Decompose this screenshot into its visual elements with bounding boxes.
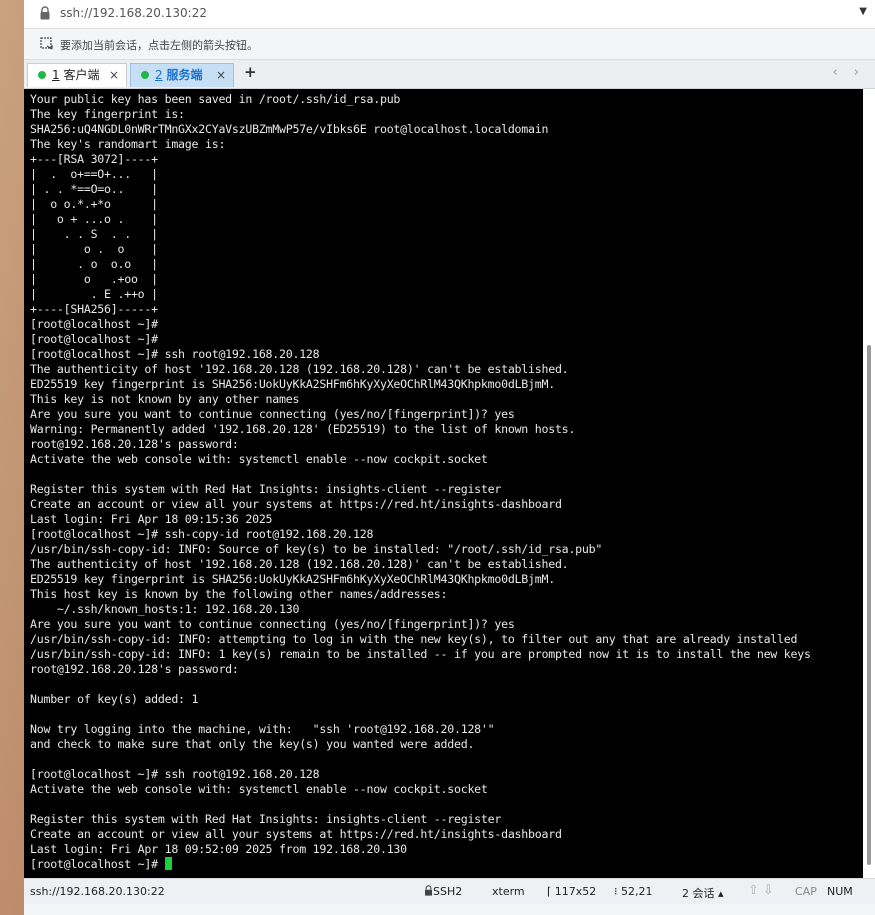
xshell-window: ▼ 要添加当前会话，点击左侧的箭头按钮。 1 客户端 × 2 服务端 × + ‹… <box>24 0 875 915</box>
lock-icon <box>424 885 433 896</box>
status-host: ssh://192.168.20.130:22 <box>30 885 165 898</box>
tab-scroll-arrows[interactable]: ‹ › <box>832 65 865 80</box>
hint-text: 要添加当前会话，点击左侧的箭头按钮。 <box>60 39 258 52</box>
status-term-type: xterm <box>492 885 525 898</box>
status-dot-icon <box>38 71 46 79</box>
terminal-prompt: [root@localhost ~]# <box>30 857 165 871</box>
terminal-area[interactable]: Your public key has been saved in /root/… <box>24 89 863 878</box>
add-session-icon[interactable] <box>40 37 54 51</box>
close-icon[interactable]: × <box>216 64 226 86</box>
status-bar: ssh://192.168.20.130:22 SSH2 xterm ⌈ 117… <box>24 878 875 904</box>
new-tab-button[interactable]: + <box>244 63 257 81</box>
terminal-output: Your public key has been saved in /root/… <box>24 89 863 872</box>
status-caps: CAP <box>795 885 817 898</box>
address-bar: ▼ <box>24 0 875 29</box>
close-icon[interactable]: × <box>109 64 119 86</box>
address-input[interactable] <box>60 4 850 22</box>
terminal-cursor <box>164 857 172 870</box>
session-nav-arrows[interactable]: ⇧⇩ <box>748 883 778 898</box>
tab-label: 服务端 <box>166 68 203 82</box>
dropdown-arrow-icon[interactable]: ▼ <box>859 6 867 17</box>
tab-server[interactable]: 2 服务端 × <box>130 63 234 87</box>
window-bottom-edge <box>24 904 875 915</box>
tab-client[interactable]: 1 客户端 × <box>27 63 127 87</box>
scrollbar-thumb[interactable] <box>867 345 871 865</box>
status-protocol: SSH2 <box>424 885 462 898</box>
tab-label: 客户端 <box>63 68 100 82</box>
status-sessions[interactable]: 2 会话 ▴ <box>682 885 724 901</box>
status-num: NUM <box>827 885 853 898</box>
terminal-text: Your public key has been saved in /root/… <box>30 92 811 856</box>
hint-bar: 要添加当前会话，点击左侧的箭头按钮。 <box>24 29 875 60</box>
status-size: ⌈ 117x52 <box>547 885 597 898</box>
tab-bar: 1 客户端 × 2 服务端 × + ‹ › <box>24 60 875 89</box>
lock-icon <box>40 6 50 20</box>
status-dot-icon <box>141 71 149 79</box>
terminal-scrollbar[interactable] <box>863 89 875 878</box>
status-cursor-pos: ⁝ 52,21 <box>614 885 653 898</box>
